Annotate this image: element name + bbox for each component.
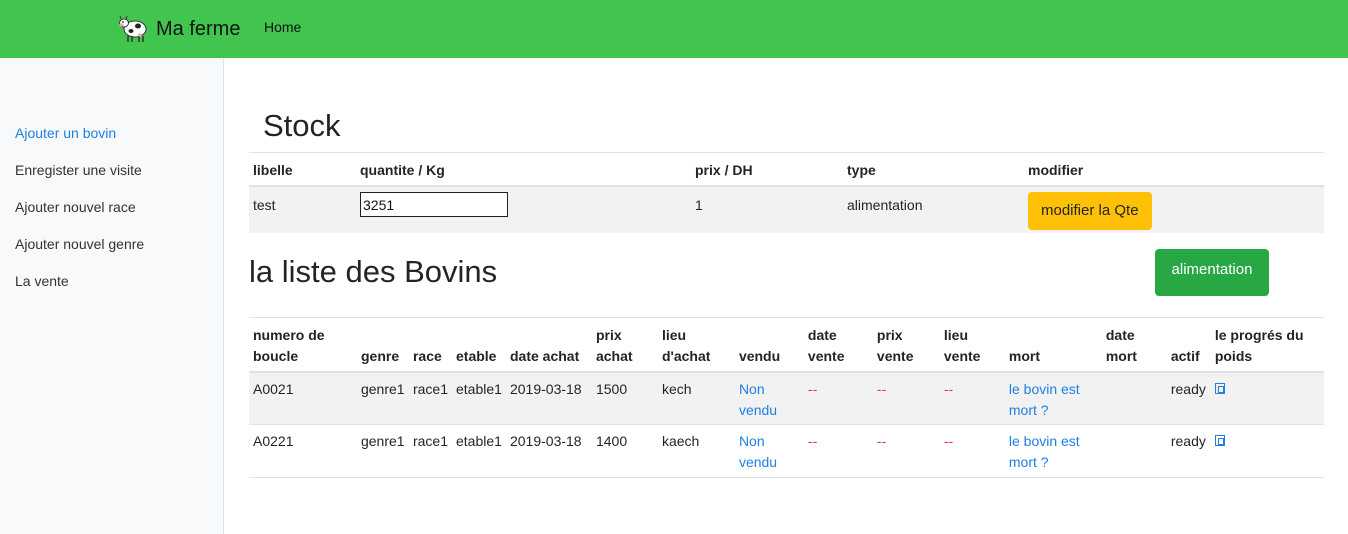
modifier-qte-button[interactable]: modifier la Qte: [1028, 191, 1152, 230]
stock-header-prix: prix / DH: [695, 161, 753, 178]
stock-title: Stock: [263, 108, 341, 143]
header-actif: actif: [1170, 347, 1200, 364]
stock-libelle: test: [253, 196, 276, 213]
stock-header-quantite: quantite / Kg: [360, 161, 445, 178]
header-race: race: [412, 347, 442, 364]
sidebar: Ajouter un bovin Enregister une visite A…: [0, 58, 224, 534]
nav-home-link[interactable]: Home: [264, 19, 301, 35]
stock-header-libelle: libelle: [253, 161, 293, 178]
header-prix-vente: prix vente: [876, 326, 914, 364]
header-vendu: vendu: [738, 347, 781, 364]
quantite-input[interactable]: [360, 192, 508, 217]
navbar: Ma ferme Home: [0, 0, 1348, 58]
stock-table: libelle quantite / Kg prix / DH type mod…: [249, 152, 1324, 233]
cell-genre: genre1: [360, 380, 405, 397]
bovins-table: numero de boucle genre race etable date …: [249, 317, 1324, 478]
stock-header-row: libelle quantite / Kg prix / DH type mod…: [249, 152, 1324, 186]
header-mort: mort: [1008, 347, 1040, 364]
stock-quantite-cell: [356, 186, 691, 233]
cell-race: race1: [412, 380, 448, 397]
sidebar-item-ajouter-bovin[interactable]: Ajouter un bovin: [15, 125, 116, 141]
stock-row: test 1 alimentation modifier la Qte: [249, 185, 1324, 233]
cell-date-vente: --: [807, 380, 818, 397]
vendu-link[interactable]: Non vendu: [739, 433, 777, 470]
cell-genre: genre1: [360, 433, 405, 449]
cow-logo-icon: [118, 13, 150, 45]
header-numero-boucle: numero de boucle: [253, 326, 325, 364]
image-icon[interactable]: [1214, 382, 1225, 394]
table-row: A0021 genre1 race1 etable1 2019-03-18 15…: [249, 371, 1324, 425]
cell-prix-achat: 1500: [595, 380, 628, 397]
cell-etable: etable1: [456, 433, 502, 449]
cell-actif: ready: [1170, 433, 1206, 449]
sidebar-item-ajouter-race[interactable]: Ajouter nouvel race: [15, 199, 136, 215]
mort-link[interactable]: le bovin est mort ?: [1009, 433, 1080, 470]
image-icon[interactable]: [1214, 435, 1225, 446]
stock-header-modifier: modifier: [1028, 161, 1084, 178]
cell-date-mort: [1102, 372, 1167, 425]
cell-prix-achat: 1400: [595, 433, 628, 449]
header-date-achat: date achat: [509, 347, 580, 364]
cell-date-mort: [1102, 425, 1167, 478]
header-genre: genre: [360, 347, 400, 364]
cell-numero: A0021: [253, 380, 294, 397]
vendu-link[interactable]: Non vendu: [739, 381, 777, 418]
brand-link[interactable]: Ma ferme: [118, 13, 240, 45]
cell-lieu-achat: kech: [661, 380, 692, 397]
cell-prix-vente: --: [876, 380, 887, 397]
header-progres-poids: le progrés du poids: [1214, 326, 1304, 364]
stock-header-type: type: [847, 161, 876, 178]
stock-type: alimentation: [847, 196, 923, 213]
cell-date-achat: 2019-03-18: [509, 433, 582, 449]
cell-actif: ready: [1170, 380, 1206, 397]
stock-prix: 1: [695, 196, 703, 213]
alimentation-button[interactable]: alimentation: [1155, 249, 1269, 296]
bovins-header-row: numero de boucle genre race etable date …: [249, 317, 1324, 372]
bovins-title: la liste des Bovins: [249, 254, 498, 289]
cell-lieu-vente: --: [943, 433, 954, 449]
brand-name: Ma ferme: [156, 17, 241, 40]
sidebar-item-ajouter-genre[interactable]: Ajouter nouvel genre: [15, 236, 144, 252]
cell-race: race1: [412, 433, 448, 449]
header-date-vente: date vente: [807, 326, 845, 364]
header-prix-achat: prix achat: [595, 326, 633, 364]
cell-lieu-achat: kaech: [661, 433, 700, 449]
header-date-mort: date mort: [1105, 326, 1137, 364]
cell-etable: etable1: [456, 380, 502, 397]
header-etable: etable: [456, 347, 497, 364]
sidebar-item-la-vente[interactable]: La vente: [15, 273, 69, 289]
mort-link[interactable]: le bovin est mort ?: [1009, 381, 1080, 418]
cell-numero: A0221: [253, 433, 294, 449]
header-lieu-vente: lieu vente: [943, 326, 981, 364]
cell-date-vente: --: [807, 433, 818, 449]
cell-lieu-vente: --: [943, 380, 954, 397]
cell-prix-vente: --: [876, 433, 887, 449]
table-row: A0221 genre1 race1 etable1 2019-03-18 14…: [249, 425, 1324, 478]
header-lieu-achat: lieu d'achat: [661, 326, 711, 364]
sidebar-item-enregister-visite[interactable]: Enregister une visite: [15, 162, 142, 178]
cell-date-achat: 2019-03-18: [509, 380, 582, 397]
stock-modifier-cell: modifier la Qte: [1024, 186, 1324, 233]
